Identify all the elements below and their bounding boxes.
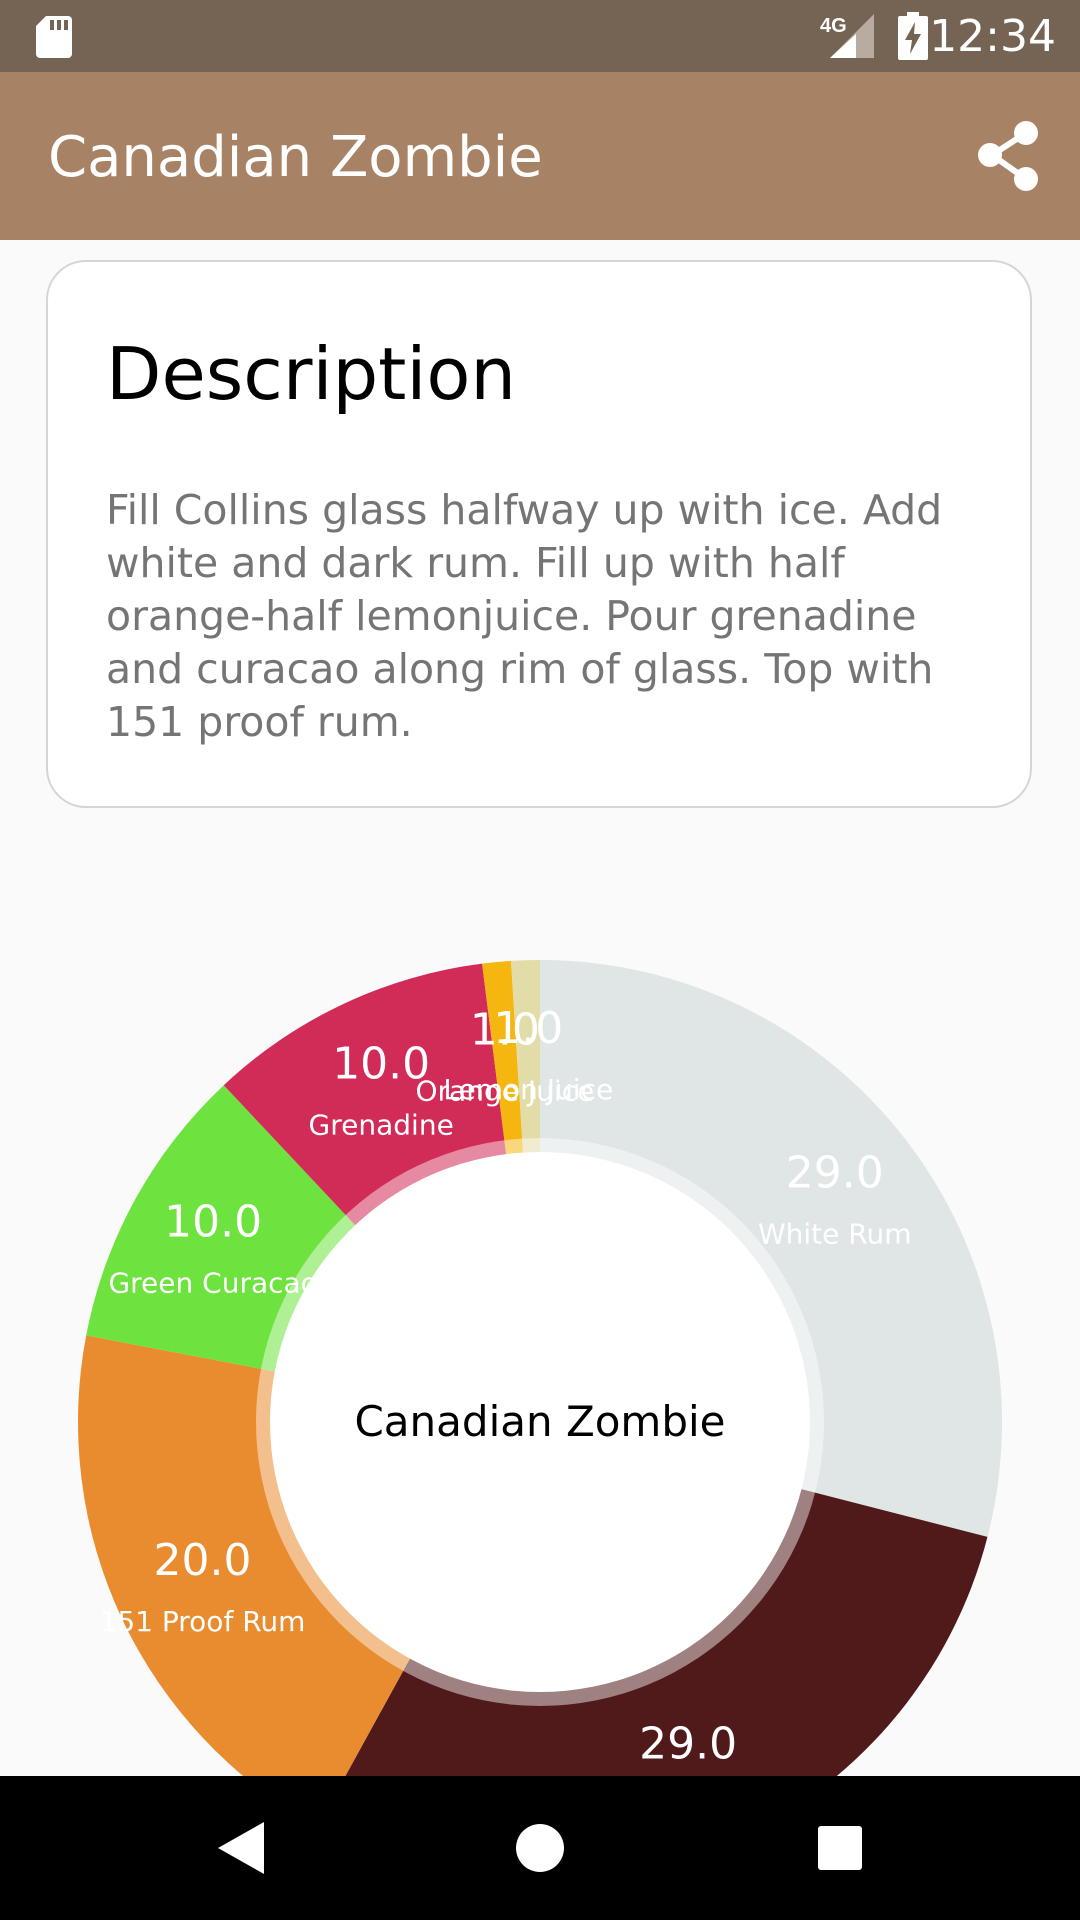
pie-value-label-lemon-juice: 1.0 (493, 1003, 563, 1054)
pie-category-label-lemon-juice: Lemon Juice (443, 1073, 613, 1106)
description-text: Fill Collins glass halfway up with ice. … (106, 486, 943, 746)
pie-center-text: Canadian Zombie (354, 1397, 725, 1446)
recents-square-icon[interactable] (804, 1812, 876, 1884)
network-type-label: 4G (820, 15, 847, 37)
clock: 12:34 (929, 11, 1056, 62)
signal-icon: 4G (820, 14, 874, 58)
page-title: Canadian Zombie (48, 125, 543, 190)
battery-charging-icon (898, 12, 928, 60)
back-triangle-icon[interactable] (204, 1812, 276, 1884)
share-icon[interactable] (970, 117, 1050, 197)
pie-value-label-white-rum: 29.0 (786, 1147, 884, 1198)
pie-category-label-green-curacao: Green Curacao (108, 1266, 317, 1299)
ingredient-pie-chart[interactable]: Canadian Zombie29.0White Rum29.0Dark Rum… (0, 880, 1080, 1776)
status-bar: 4G 12:34 (0, 0, 1080, 72)
pie-value-label-dark-rum: 29.0 (639, 1718, 737, 1769)
pie-category-label-white-rum: White Rum (758, 1217, 912, 1250)
pie-value-label-green-curacao: 10.0 (164, 1196, 262, 1247)
sd-card-icon (36, 16, 72, 58)
pie-category-label-151-proof-rum: 151 Proof Rum (100, 1605, 306, 1638)
home-circle-icon[interactable] (504, 1812, 576, 1884)
description-heading: Description (106, 332, 517, 416)
description-card: Description Fill Collins glass halfway u… (46, 260, 1032, 808)
pie-value-label-151-proof-rum: 20.0 (154, 1535, 252, 1586)
app-bar: Canadian Zombie (0, 72, 1080, 240)
navigation-bar (0, 1776, 1080, 1920)
pie-category-label-grenadine: Grenadine (309, 1108, 454, 1141)
